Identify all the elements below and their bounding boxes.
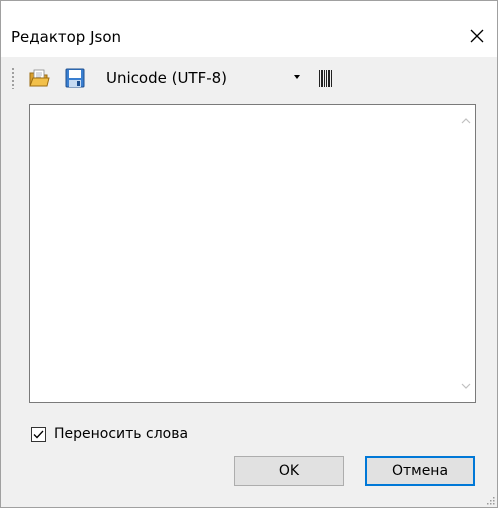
encoding-select-value: Unicode (UTF-8) xyxy=(106,69,228,87)
checkmark-icon xyxy=(33,430,44,438)
open-button[interactable] xyxy=(28,67,50,89)
close-button[interactable] xyxy=(463,23,491,49)
title-bar: Редактор Json xyxy=(1,1,497,57)
word-wrap-option[interactable]: Переносить слова xyxy=(31,426,188,442)
window-title: Редактор Json xyxy=(11,28,122,46)
scroll-down-button[interactable] xyxy=(458,378,473,394)
chevron-down-icon xyxy=(294,75,300,79)
encoding-select[interactable]: Unicode (UTF-8) xyxy=(98,65,323,91)
toolbar-grip[interactable] xyxy=(12,67,14,89)
close-icon xyxy=(470,29,484,43)
word-wrap-label: Переносить слова xyxy=(54,426,189,442)
json-editor-dialog: Редактор Json Unicode (UTF-8) Переносить… xyxy=(0,0,498,508)
chevron-up-icon xyxy=(461,118,470,124)
save-button[interactable] xyxy=(64,67,86,89)
chevron-down-icon xyxy=(461,383,470,389)
word-wrap-checkbox[interactable] xyxy=(31,426,46,442)
cancel-button[interactable]: Отмена xyxy=(365,456,475,486)
save-disk-icon xyxy=(65,68,85,88)
open-folder-icon xyxy=(29,69,50,87)
barcode-icon xyxy=(319,70,332,87)
barcode-button[interactable] xyxy=(319,70,333,91)
ok-button[interactable]: OK xyxy=(234,456,344,486)
json-text-input[interactable] xyxy=(30,105,456,402)
json-editor-area[interactable] xyxy=(29,104,476,403)
vertical-scrollbar[interactable] xyxy=(456,105,475,402)
toolbar: Unicode (UTF-8) xyxy=(1,57,497,101)
scroll-up-button[interactable] xyxy=(458,113,473,129)
resize-grip-icon[interactable] xyxy=(485,495,495,505)
